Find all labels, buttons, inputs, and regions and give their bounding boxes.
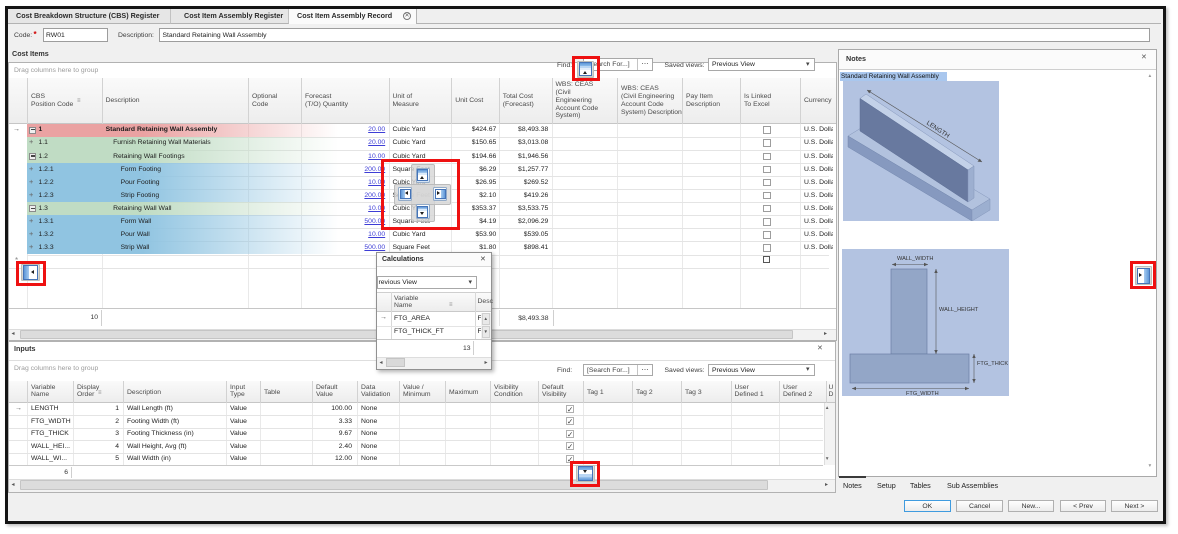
svg-text:FTG_THICK: FTG_THICK	[977, 361, 1008, 367]
svg-text:WALL_WIDTH: WALL_WIDTH	[897, 256, 933, 262]
svg-text:WALL_HEIGHT: WALL_HEIGHT	[939, 307, 979, 313]
svg-text:FTG_WIDTH: FTG_WIDTH	[906, 391, 939, 396]
